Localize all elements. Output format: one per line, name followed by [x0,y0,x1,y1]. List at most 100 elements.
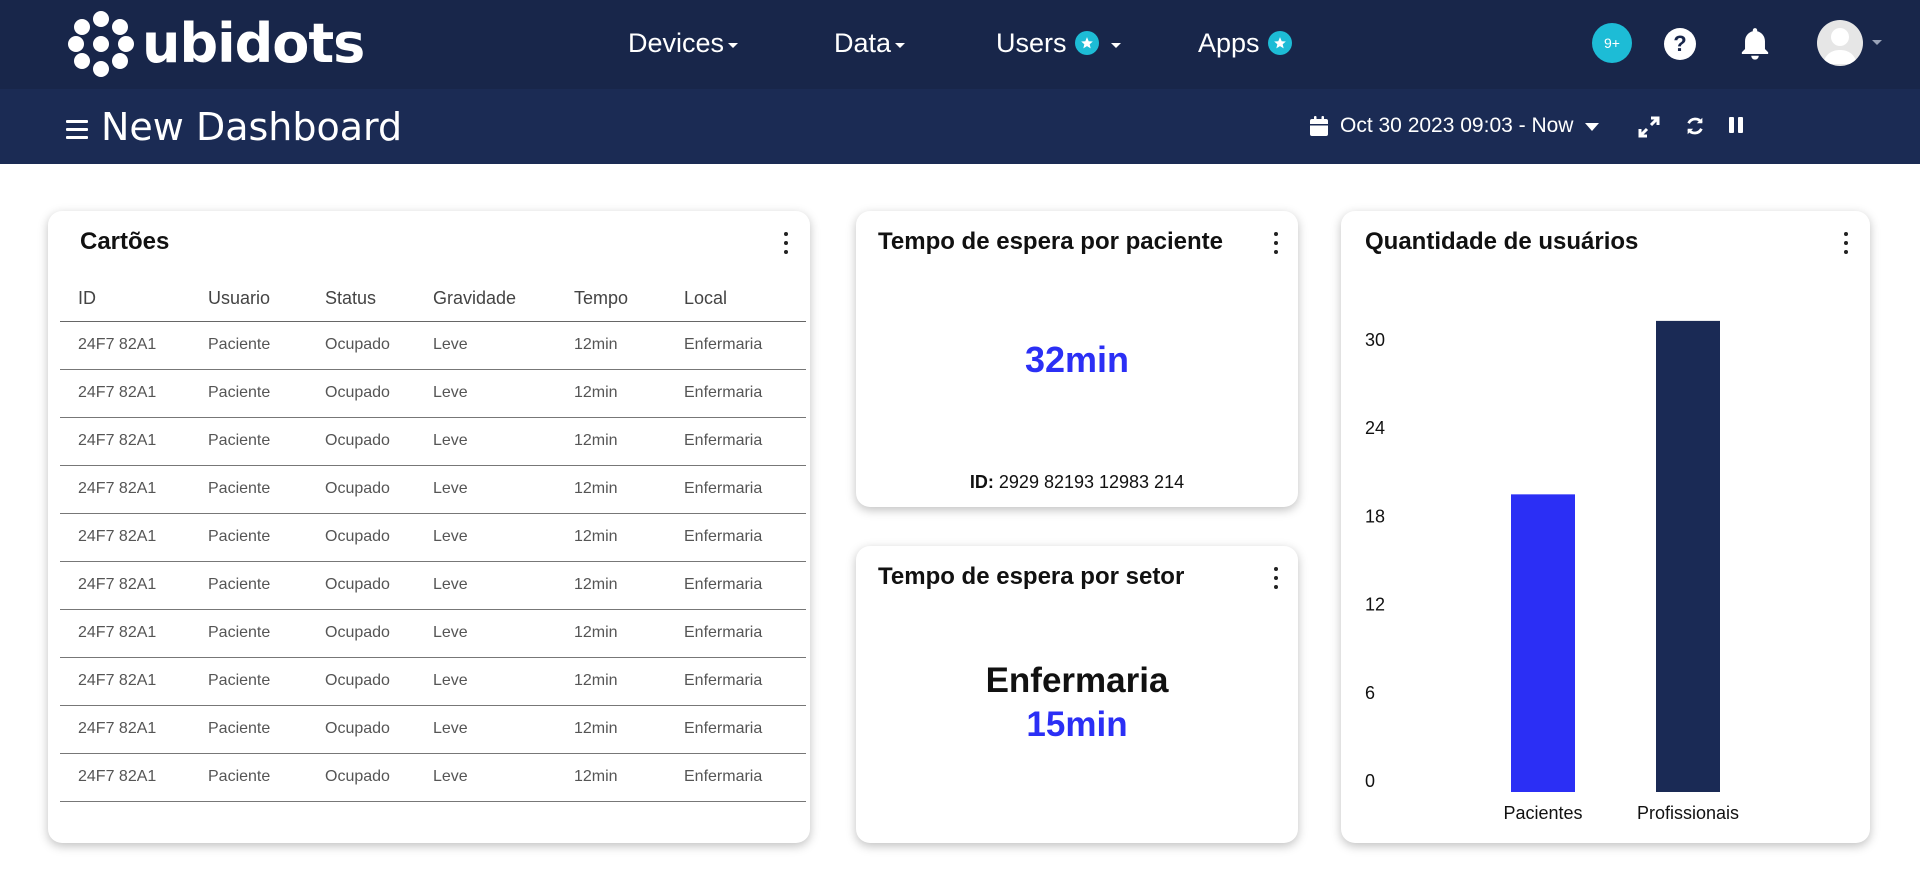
notifications-count-badge[interactable]: 9+ [1592,23,1632,63]
table-cell: 12min [556,321,666,370]
table-cell: 12min [556,369,666,418]
wait-per-patient-widget: Tempo de espera por paciente 32min ID: 2… [856,211,1298,507]
y-tick-label: 30 [1365,330,1385,350]
table-row[interactable]: 24F7 82A1 Paciente Ocupado Leve 12min Enferma… [60,369,806,418]
patient-id-value: 2929 82193 12983 214 [998,472,1185,492]
y-tick-label: 0 [1365,771,1375,791]
table-cell: Enfermaria [666,465,806,514]
nav-data-menu[interactable]: Data [834,22,906,64]
column-header: Usuario [190,277,307,322]
table-cell: 24F7 82A1 [60,609,190,658]
table-cell: Paciente [190,561,307,610]
table-header-row: ID Usuario Status Gravidade Tempo Local [60,277,806,322]
table-cell: Leve [415,609,556,658]
table-cell: Paciente [190,465,307,514]
y-tick-label: 18 [1365,506,1385,526]
table-cell: Leve [415,513,556,562]
table-cell: Leve [415,369,556,418]
date-range-picker[interactable]: Oct 30 2023 09:03 - Now [1340,114,1600,138]
y-tick-label: 24 [1365,418,1385,438]
wait-per-patient-title: Tempo de espera por paciente [878,228,1223,255]
table-cell: Leve [415,753,556,802]
star-icon [1267,31,1292,55]
table-cell: Paciente [190,417,307,466]
ubidots-logo[interactable]: ubidots [68,10,365,78]
bar-pacientes[interactable] [1511,494,1575,792]
table-cell: 24F7 82A1 [60,561,190,610]
table-cell: Paciente [190,321,307,370]
users-quantity-bar-chart: 0 6 12 18 24 30 Pacientes Profissionais [1365,320,1739,823]
table-row[interactable]: 24F7 82A1 Paciente Ocupado Leve 12min Enferma… [60,657,806,706]
pause-icon[interactable] [1729,117,1743,135]
more-options-icon[interactable] [782,232,790,254]
table-cell: Enfermaria [666,417,806,466]
table-row[interactable]: 24F7 82A1 Paciente Ocupado Leve 12min Enferma… [60,561,806,610]
chevron-down-icon [728,42,739,48]
y-tick-label: 6 [1365,683,1375,703]
more-options-icon[interactable] [1272,567,1280,589]
table-cell: Enfermaria [666,705,806,754]
table-cell: Enfermaria [666,657,806,706]
table-cell: Paciente [190,753,307,802]
table-cell: 12min [556,657,666,706]
x-category-label: Profissionais [1637,803,1739,823]
patient-id-label: ID: [969,472,994,492]
nav-apps-menu[interactable]: Apps [1198,22,1292,64]
table-cell: 24F7 82A1 [60,513,190,562]
table-row[interactable]: 24F7 82A1 Paciente Ocupado Leve 12min Enferma… [60,321,806,370]
table-cell: Paciente [190,369,307,418]
table-cell: Paciente [190,657,307,706]
column-header: ID [60,277,190,322]
table-row[interactable]: 24F7 82A1 Paciente Ocupado Leve 12min Enferma… [60,705,806,754]
chevron-down-icon [895,42,906,48]
help-icon[interactable]: ? [1664,28,1696,60]
table-cell: 12min [556,513,666,562]
users-quantity-widget: Quantidade de usuários 0 6 12 18 24 30 Pacient… [1341,211,1870,843]
bar-profissionais[interactable] [1656,320,1720,792]
nav-devices-label: Devices [628,27,725,58]
wait-per-patient-value: 32min [1024,339,1130,380]
calendar-icon[interactable] [1309,115,1329,137]
logo-dots-icon [68,11,134,77]
more-options-icon[interactable] [1272,232,1280,254]
nav-devices-menu[interactable]: Devices [628,22,739,64]
table-cell: 24F7 82A1 [60,369,190,418]
bell-icon[interactable] [1738,26,1772,62]
table-cell: Ocupado [307,609,415,658]
table-row[interactable]: 24F7 82A1 Paciente Ocupado Leve 12min Enferma… [60,609,806,658]
table-cell: Leve [415,417,556,466]
table-cell: 24F7 82A1 [60,465,190,514]
dashboard-title[interactable]: New Dashboard [101,105,402,149]
chevron-down-icon [1110,42,1121,48]
logo-text: ubidots [142,12,365,75]
table-row[interactable]: 24F7 82A1 Paciente Ocupado Leve 12min Enferma… [60,465,806,514]
column-header: Status [307,277,415,322]
table-cell: Ocupado [307,465,415,514]
table-cell: Paciente [190,609,307,658]
user-avatar[interactable] [1817,20,1863,66]
table-cell: 24F7 82A1 [60,753,190,802]
sector-name: Enfermaria [985,661,1169,700]
cards-table-widget: Cartões ID Usuario Status Gravidade Tempo Loc… [48,211,810,843]
table-cell: Leve [415,321,556,370]
nav-users-menu[interactable]: Users [996,22,1121,64]
table-cell: Enfermaria [666,369,806,418]
refresh-icon[interactable] [1684,115,1706,137]
table-cell: 24F7 82A1 [60,657,190,706]
table-cell: 12min [556,705,666,754]
column-header: Local [666,277,806,322]
hamburger-menu-icon[interactable] [66,120,90,140]
chevron-down-icon [1585,123,1600,131]
star-icon [1074,31,1099,55]
table-cell: Ocupado [307,561,415,610]
expand-icon[interactable] [1638,116,1660,138]
avatar-chevron-down-icon[interactable] [1872,40,1882,45]
date-range-label: Oct 30 2023 09:03 - Now [1340,114,1574,137]
table-row[interactable]: 24F7 82A1 Paciente Ocupado Leve 12min Enferma… [60,417,806,466]
dashboard-header-bar: New Dashboard Oct 30 2023 09:03 - Now [0,89,1920,164]
table-row[interactable]: 24F7 82A1 Paciente Ocupado Leve 12min Enferma… [60,513,806,562]
table-cell: 12min [556,609,666,658]
table-cell: Leve [415,705,556,754]
table-row[interactable]: 24F7 82A1 Paciente Ocupado Leve 12min Enferma… [60,753,806,802]
table-cell: Leve [415,465,556,514]
